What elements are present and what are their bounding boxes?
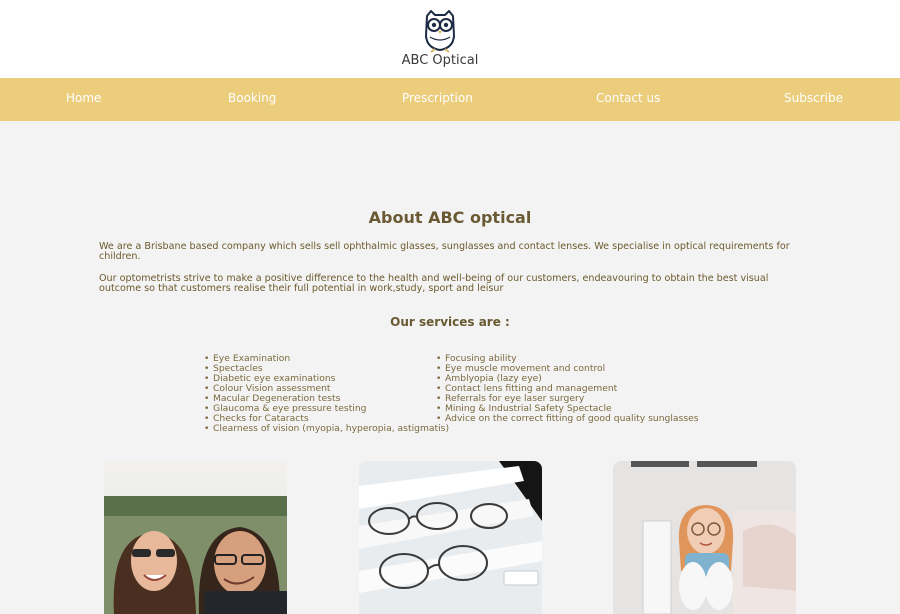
brand-name[interactable]: ABC Optical: [380, 53, 500, 68]
main-nav: Home Booking Prescription Contact us Sub…: [0, 78, 900, 121]
services-list-right: Focusing ability Eye muscle movement and…: [436, 354, 699, 425]
site-header: ABC Optical: [0, 0, 900, 78]
about-paragraph-1: We are a Brisbane based company which se…: [99, 241, 790, 263]
about-paragraph-2: Our optometrists strive to make a positi…: [99, 273, 769, 295]
couple-sunglasses-photo: [104, 461, 287, 614]
eyeglasses-display-photo: [359, 461, 542, 614]
services-list-left: Eye Examination Spectacles Diabetic eye …: [204, 354, 449, 435]
list-item: Clearness of vision (myopia, hyperopia, …: [204, 424, 449, 435]
nav-booking[interactable]: Booking: [228, 91, 276, 105]
owl-logo-icon[interactable]: [421, 10, 459, 54]
nav-prescription[interactable]: Prescription: [402, 91, 473, 105]
nav-home[interactable]: Home: [66, 91, 101, 105]
list-item: Advice on the correct fitting of good qu…: [436, 414, 699, 425]
nav-subscribe[interactable]: Subscribe: [784, 91, 843, 105]
services-title: Our services are :: [390, 315, 510, 329]
child-glasses-photo: [613, 461, 796, 614]
about-title: About ABC optical: [368, 208, 532, 227]
nav-contact-us[interactable]: Contact us: [596, 91, 660, 105]
